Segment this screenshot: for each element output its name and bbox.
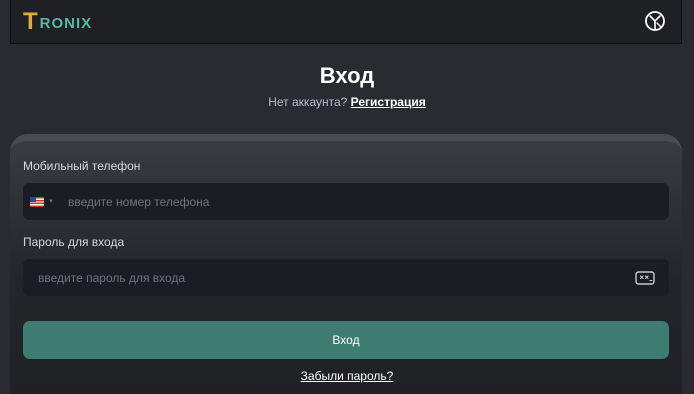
password-input[interactable]	[36, 258, 635, 297]
no-account-text: Нет аккаунта?	[268, 95, 348, 109]
logo-letter-t: T	[23, 8, 39, 35]
globe-icon[interactable]	[644, 10, 666, 32]
register-prompt: Нет аккаунта? Регистрация	[0, 95, 694, 109]
login-button[interactable]: Вход	[23, 321, 669, 359]
register-link[interactable]: Регистрация	[351, 95, 426, 109]
phone-label: Мобильный телефон	[23, 159, 141, 173]
password-visibility-icon[interactable]	[635, 270, 655, 285]
phone-input[interactable]	[65, 182, 669, 221]
logo-text: RONIX	[39, 14, 93, 32]
password-input-wrapper	[23, 258, 669, 297]
password-label: Пароль для входа	[23, 235, 125, 249]
tronix-logo[interactable]: T RONIX	[23, 8, 92, 36]
chevron-down-icon: ▼	[48, 198, 54, 205]
page-title: Вход	[319, 63, 375, 88]
phone-input-wrapper: ▼	[23, 182, 669, 221]
top-navigation-bar: T RONIX	[10, 0, 682, 44]
us-flag-icon	[30, 196, 44, 207]
country-code-selector[interactable]: ▼	[30, 196, 54, 207]
forgot-password-link[interactable]: Забыли пароль?	[0, 369, 694, 383]
